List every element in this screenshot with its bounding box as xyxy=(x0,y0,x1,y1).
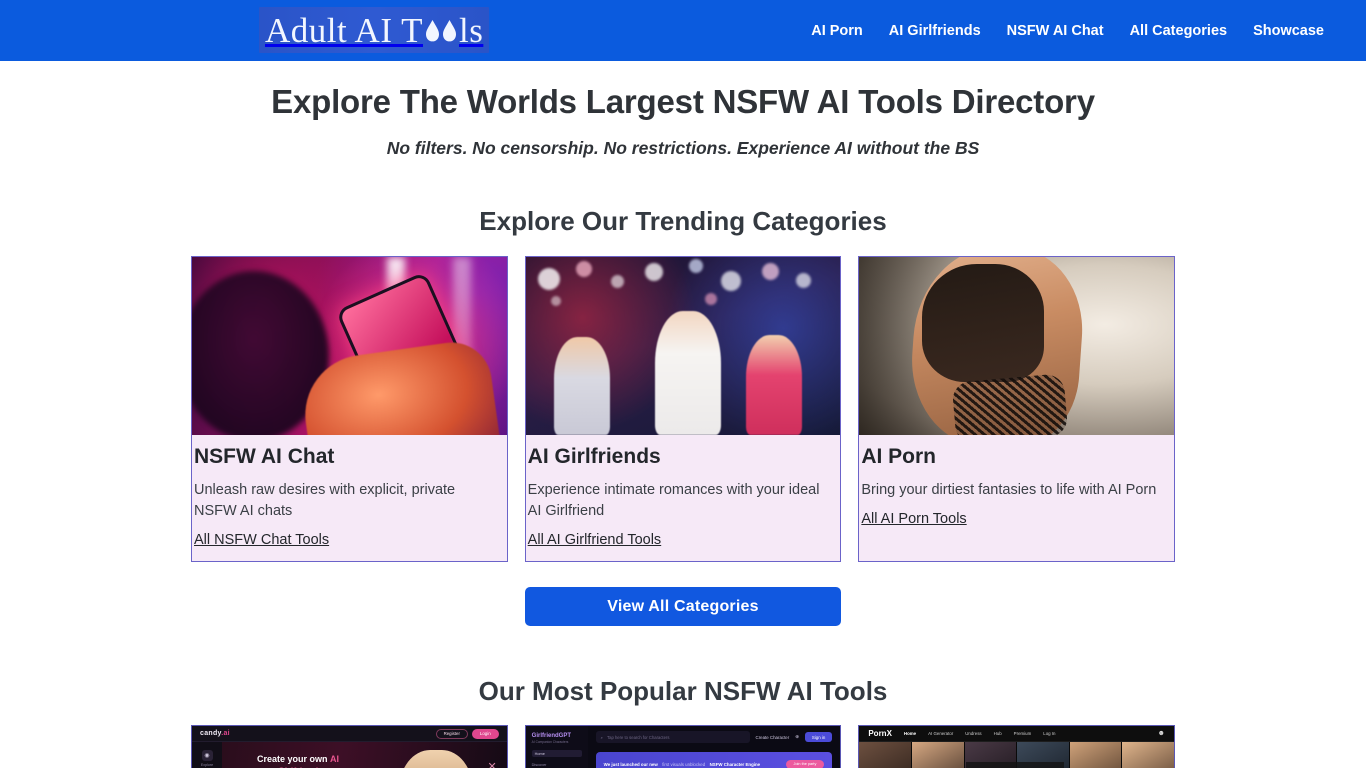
logo-text: Adult AI T ls xyxy=(265,13,483,48)
category-card-ai-porn[interactable]: AI Porn Bring your dirtiest fantasies to… xyxy=(858,256,1175,562)
category-name: AI Porn xyxy=(861,444,1172,469)
mock-nav-premium: Premium xyxy=(1014,731,1032,736)
mock-banner-mid: first visuals unblocked xyxy=(662,762,705,767)
mock-sidebar-label: Explore xyxy=(201,763,213,767)
category-description: Experience intimate romances with your i… xyxy=(528,480,828,522)
hero-subtitle: No filters. No censorship. No restrictio… xyxy=(0,138,1366,159)
view-all-categories-button[interactable]: View All Categories xyxy=(525,587,841,626)
mock-topbar: ⌕ Tap here to search for Characters Crea… xyxy=(588,726,841,748)
mock-banner-cta: Join the party xyxy=(786,760,825,768)
mock-sidebar: GirlfriendGPT AI Companion Characters Ho… xyxy=(526,726,588,768)
mock-login-button: Login xyxy=(472,729,499,739)
nav-item-nsfw-ai-chat[interactable]: NSFW AI Chat xyxy=(1007,23,1104,39)
water-droplet-icon xyxy=(424,18,458,44)
mock-announcement-banner: We just launched our new first visuals u… xyxy=(596,752,833,768)
tool-screenshot-pornx: PornX Home AI Generator Undress Hub Prem… xyxy=(859,726,1174,768)
mock-brand: candy.ai xyxy=(200,730,230,737)
mock-signin-button: Sign in xyxy=(805,732,832,742)
nav-item-ai-girlfriends[interactable]: AI Girlfriends xyxy=(889,23,981,39)
nav-item-showcase[interactable]: Showcase xyxy=(1253,23,1324,39)
mock-model-photo xyxy=(399,750,473,768)
mock-nav-undress: Undress xyxy=(965,731,981,736)
main-navigation: AI Porn AI Girlfriends NSFW AI Chat All … xyxy=(811,23,1324,39)
mock-nav-login: Log In xyxy=(1043,731,1055,736)
site-header: Adult AI T ls AI Porn AI Girlfriends NSF… xyxy=(0,0,1366,61)
category-card-body: AI Girlfriends Experience intimate roman… xyxy=(528,435,839,561)
category-card-ai-girlfriends[interactable]: AI Girlfriends Experience intimate roman… xyxy=(525,256,842,562)
mock-create-character-link: Create Character xyxy=(756,735,790,740)
category-name: NSFW AI Chat xyxy=(194,444,505,469)
nav-item-all-categories[interactable]: All Categories xyxy=(1130,23,1228,39)
mock-hero: ✕ Create your own AI Girlfriend Your dre… xyxy=(222,742,507,768)
popular-tools-heading: Our Most Popular NSFW AI Tools xyxy=(0,676,1366,707)
mock-banner-highlight: NSFW Character Engine xyxy=(710,762,761,767)
mock-nav-home: Home xyxy=(904,731,916,736)
popular-tools-row: candy.ai Register Login ◉ Explore ▭ Chat… xyxy=(191,725,1175,768)
mock-brand: GirlfriendGPT xyxy=(532,733,582,739)
globe-icon: ⊕ xyxy=(795,734,799,740)
mock-search-field: ⌕ Tap here to search for Characters xyxy=(596,731,750,743)
category-card-body: AI Porn Bring your dirtiest fantasies to… xyxy=(861,435,1172,540)
search-icon: ⌕ xyxy=(601,735,603,740)
mock-search-placeholder: Tap here to search for Characters xyxy=(607,735,669,740)
mock-sidebar-item: Discover xyxy=(532,763,582,767)
mock-topbar: PornX Home AI Generator Undress Hub Prem… xyxy=(859,726,1174,742)
tool-screenshot-candy-ai: candy.ai Register Login ◉ Explore ▭ Chat… xyxy=(192,726,507,768)
trending-categories-row: NSFW AI Chat Unleash raw desires with ex… xyxy=(191,256,1175,562)
close-icon: ✕ xyxy=(487,760,496,768)
mock-brand-subtitle: AI Companion Characters xyxy=(532,740,582,744)
mock-sidebar: ◉ Explore ▭ Chat ▦ Gallery xyxy=(192,742,222,768)
mock-banner-lead: We just launched our new xyxy=(604,762,658,767)
category-description: Unleash raw desires with explicit, priva… xyxy=(194,480,494,522)
trending-categories-heading: Explore Our Trending Categories xyxy=(0,206,1366,237)
view-all-categories-wrap: View All Categories xyxy=(0,587,1366,626)
mock-topbar-buttons: Register Login xyxy=(436,729,499,739)
compass-icon: ◉ xyxy=(202,750,213,761)
mock-nav-ai-generator: AI Generator xyxy=(928,731,953,736)
nav-item-ai-porn[interactable]: AI Porn xyxy=(811,23,863,39)
thumbnail-art xyxy=(859,257,1174,435)
category-card-nsfw-ai-chat[interactable]: NSFW AI Chat Unleash raw desires with ex… xyxy=(191,256,508,562)
category-link-ai-porn-tools[interactable]: All AI Porn Tools xyxy=(861,511,966,527)
logo-text-prefix: Adult AI T xyxy=(265,13,423,48)
category-description: Bring your dirtiest fantasies to life wi… xyxy=(861,480,1161,501)
category-card-body: NSFW AI Chat Unleash raw desires with ex… xyxy=(194,435,505,561)
thumbnail-art xyxy=(192,257,507,435)
category-thumbnail-nsfw-ai-chat xyxy=(192,257,507,435)
thumbnail-art xyxy=(526,257,841,435)
category-thumbnail-ai-girlfriends xyxy=(526,257,841,435)
tool-card-pornx[interactable]: PornX Home AI Generator Undress Hub Prem… xyxy=(858,725,1175,768)
tool-card-candy-ai[interactable]: candy.ai Register Login ◉ Explore ▭ Chat… xyxy=(191,725,508,768)
mock-headline: Create your own AI Girlfriend xyxy=(238,754,358,768)
category-thumbnail-ai-porn xyxy=(859,257,1174,435)
mock-register-button: Register xyxy=(436,729,468,739)
category-link-ai-girlfriend-tools[interactable]: All AI Girlfriend Tools xyxy=(528,532,662,548)
hero-section: Explore The Worlds Largest NSFW AI Tools… xyxy=(0,61,1366,159)
user-icon: ☻ xyxy=(1158,730,1165,737)
mock-sidebar-item: Home xyxy=(532,750,582,757)
tool-screenshot-girlfriendgpt: GirlfriendGPT AI Companion Characters Ho… xyxy=(526,726,841,768)
mock-create-overlay: Create your own AI porn xyxy=(966,762,1064,768)
mock-nav-hub: Hub xyxy=(994,731,1002,736)
category-name: AI Girlfriends xyxy=(528,444,839,469)
category-link-nsfw-chat-tools[interactable]: All NSFW Chat Tools xyxy=(194,532,329,548)
mock-brand: PornX xyxy=(868,729,892,738)
tool-card-girlfriendgpt[interactable]: GirlfriendGPT AI Companion Characters Ho… xyxy=(525,725,842,768)
site-logo[interactable]: Adult AI T ls xyxy=(259,7,489,53)
mock-topbar: candy.ai Register Login xyxy=(192,726,507,742)
page-title: Explore The Worlds Largest NSFW AI Tools… xyxy=(0,81,1366,122)
logo-text-suffix: ls xyxy=(459,13,483,48)
